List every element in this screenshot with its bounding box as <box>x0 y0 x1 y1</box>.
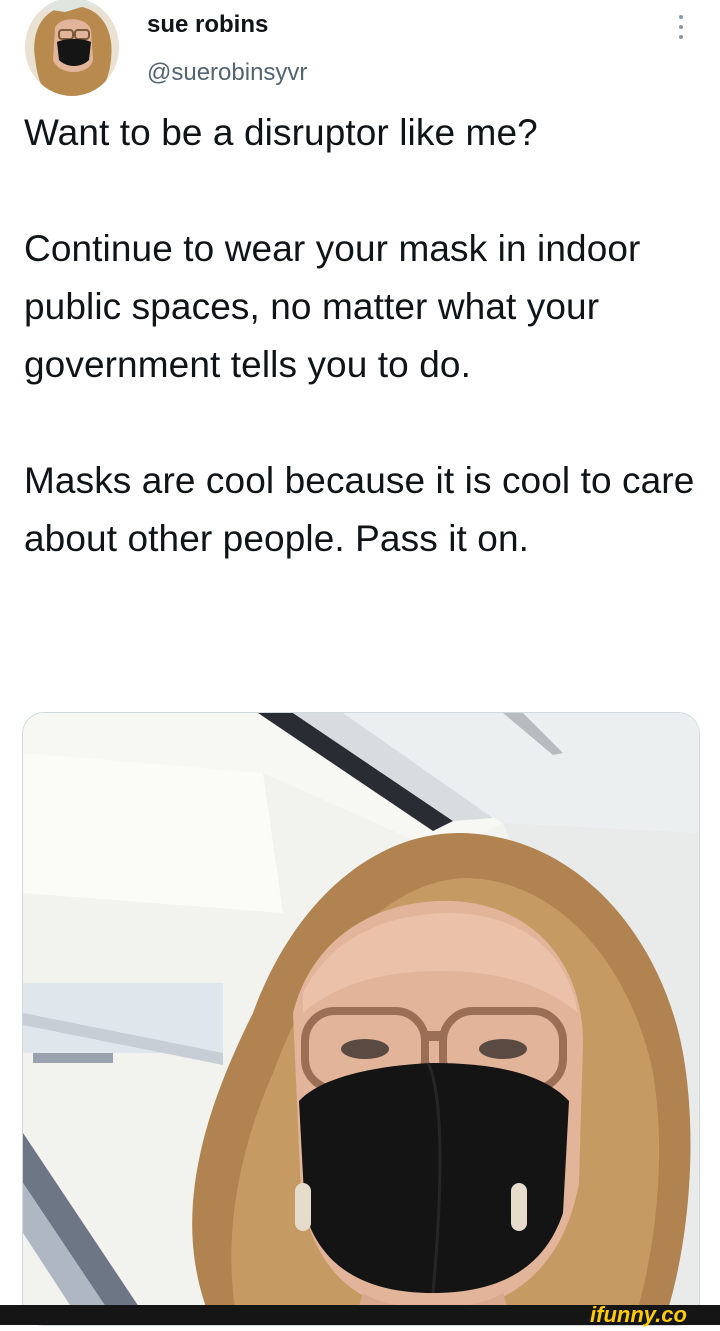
svg-text:ifunny.co: ifunny.co <box>590 1303 687 1327</box>
tweet-photo[interactable] <box>22 712 700 1326</box>
ifunny-watermark: ifunny.co <box>590 1302 714 1331</box>
tweet-paragraph: Want to be a disruptor like me? <box>24 112 538 153</box>
author-handle[interactable]: @suerobinsyvr <box>147 58 307 88</box>
author-name[interactable]: sue robins <box>147 10 268 40</box>
photo-image <box>23 713 699 1325</box>
avatar[interactable] <box>25 0 119 96</box>
more-vertical-icon[interactable] <box>671 12 691 42</box>
ifunny-logo: ifunny.co <box>590 1302 687 1327</box>
tweet-text: Want to be a disruptor like me? Continue… <box>24 104 700 568</box>
avatar-photo <box>25 0 119 96</box>
tweet-paragraph: Masks are cool because it is cool to car… <box>24 460 695 559</box>
tweet-header: sue robins @suerobinsyvr <box>0 0 720 100</box>
tweet-paragraph: Continue to wear your mask in indoor pub… <box>24 228 641 385</box>
